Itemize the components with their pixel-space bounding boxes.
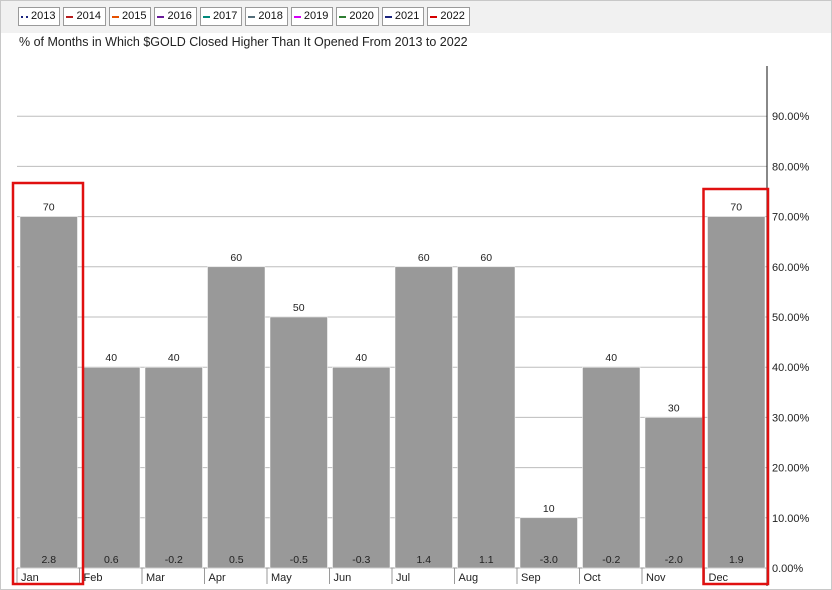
- bar-value-label: 10: [543, 503, 555, 515]
- x-tick-label: Jan: [21, 572, 39, 584]
- bar-value-label: 40: [168, 352, 180, 364]
- y-tick-label: 40.00%: [772, 362, 810, 374]
- bar-bottom-label: 1.4: [416, 554, 431, 566]
- y-tick-label: 60.00%: [772, 262, 810, 274]
- bar-nov: [644, 417, 703, 569]
- bar-value-label: 40: [355, 352, 367, 364]
- bar-apr: [207, 266, 266, 569]
- x-tick-label: Feb: [84, 572, 103, 584]
- x-tick-label: Oct: [584, 572, 601, 584]
- y-tick-label: 70.00%: [772, 212, 810, 224]
- bar-bottom-label: -2.0: [665, 554, 683, 566]
- bar-value-label: 30: [668, 402, 680, 414]
- bar-feb: [82, 366, 141, 569]
- x-tick-label: Apr: [209, 572, 226, 584]
- y-tick-label: 30.00%: [772, 412, 810, 424]
- bar-bottom-label: -0.5: [290, 554, 308, 566]
- bar-bottom-label: 0.5: [229, 554, 244, 566]
- bar-jan: [19, 216, 78, 569]
- chart-plot: 0.00% 10.00% 20.00% 30.00% 40.00% 50.00% 60.00…: [11, 66, 810, 586]
- bar-value-label: 60: [418, 252, 430, 264]
- bar-mar: [144, 366, 203, 569]
- x-tick-label: Dec: [709, 572, 729, 584]
- bar-bottom-label: -3.0: [540, 554, 558, 566]
- bar-value-label: 70: [43, 202, 55, 214]
- bar-bottom-label: 1.1: [479, 554, 494, 566]
- bar-bottom-label: -0.3: [352, 554, 370, 566]
- chart-frame: 2013 2014 2015 2016 2017 2018 2019 2020 2021 2022…: [0, 0, 832, 590]
- bar-bottom-label: 2.8: [41, 554, 56, 566]
- x-tick-label: Mar: [146, 572, 165, 584]
- y-tick-label: 0.00%: [772, 563, 803, 575]
- y-tick-label: 90.00%: [772, 111, 810, 123]
- bar-value-label: 60: [230, 252, 242, 264]
- x-tick-label: Jun: [334, 572, 352, 584]
- bar-bottom-label: -0.2: [602, 554, 620, 566]
- bar-bottom-label: 0.6: [104, 554, 119, 566]
- bar-oct: [582, 366, 641, 569]
- bar-value-label: 50: [293, 302, 305, 314]
- y-tick-label: 10.00%: [772, 513, 810, 525]
- x-tick-label: May: [271, 572, 292, 584]
- bar-aug: [457, 266, 516, 569]
- x-tick-label: Sep: [521, 572, 541, 584]
- x-tick-label: Nov: [646, 572, 666, 584]
- bar-value-label: 40: [105, 352, 117, 364]
- bar-dec: [707, 216, 766, 569]
- bar-value-label: 40: [605, 352, 617, 364]
- bar-value-label: 60: [480, 252, 492, 264]
- x-tick-label: Aug: [459, 572, 479, 584]
- bar-bottom-label: -0.2: [165, 554, 183, 566]
- y-tick-label: 80.00%: [772, 161, 810, 173]
- bar-bottom-label: 1.9: [729, 554, 744, 566]
- bar-jun: [332, 366, 391, 569]
- x-tick-label: Jul: [396, 572, 410, 584]
- bar-value-label: 70: [730, 202, 742, 214]
- bar-jul: [394, 266, 453, 569]
- bar-may: [269, 316, 328, 569]
- y-tick-label: 50.00%: [772, 312, 810, 324]
- y-tick-label: 20.00%: [772, 463, 810, 475]
